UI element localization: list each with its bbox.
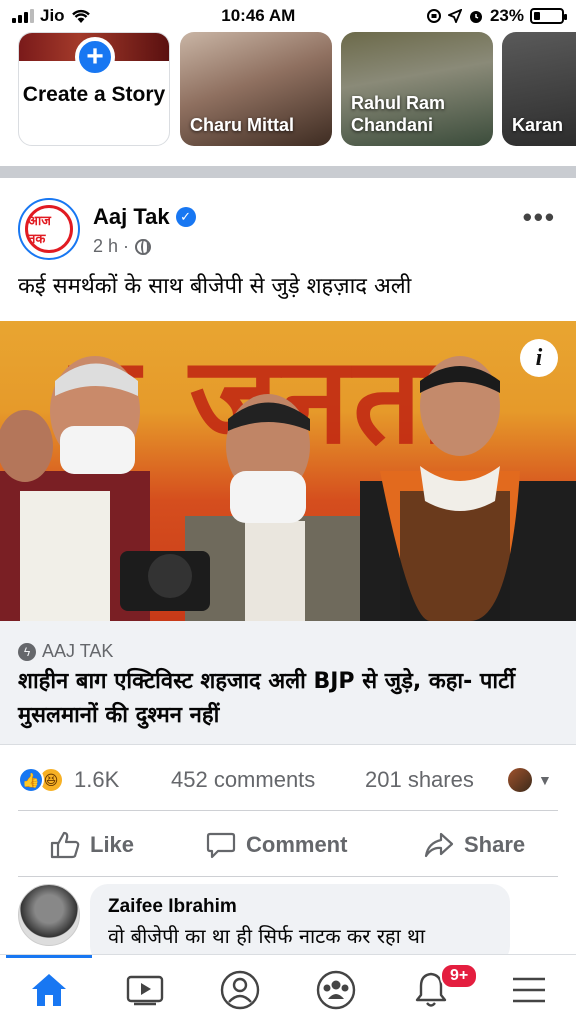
divider <box>18 810 558 811</box>
battery-icon <box>529 8 567 24</box>
story-card[interactable]: Rahul Ram Chandani <box>341 32 493 146</box>
story-card[interactable]: Karan <box>502 32 576 146</box>
active-tab-indicator <box>6 955 92 958</box>
instant-article-icon: ϟ <box>18 642 36 661</box>
stories-tray: + Create a Story Charu Mittal Rahul Ram … <box>0 32 576 152</box>
thumbs-up-icon <box>50 831 80 859</box>
tab-watch[interactable] <box>122 967 168 1013</box>
story-name: Charu Mittal <box>190 115 295 135</box>
story-name: Rahul Ram Chandani <box>351 93 446 135</box>
story-card[interactable]: Charu Mittal <box>180 32 332 146</box>
tab-groups[interactable] <box>313 967 359 1013</box>
profile-icon <box>220 970 260 1010</box>
comment-text: वो बीजेपी का था ही सिर्फ नाटक कर रहा था <box>108 924 426 948</box>
comment-bubble[interactable]: Zaifee Ibrahim वो बीजेपी का था ही सिर्फ … <box>90 884 510 964</box>
notifications-badge: 9+ <box>440 963 479 989</box>
reaction-icons[interactable]: 👍 😆 <box>18 767 64 793</box>
reaction-count[interactable]: 1.6K <box>74 767 119 793</box>
more-options-icon[interactable]: ••• <box>523 202 556 233</box>
globe-icon <box>135 238 152 255</box>
like-button[interactable]: Like <box>50 815 134 875</box>
like-label: Like <box>90 832 135 857</box>
tab-home[interactable] <box>26 967 72 1013</box>
link-preview[interactable]: ϟ AAJ TAK शाहीन बाग एक्टिविस्ट शहजाद अली… <box>0 621 576 745</box>
clock: 10:46 AM <box>221 6 296 25</box>
share-label: Share <box>464 832 526 857</box>
carrier-label: Jio <box>40 6 65 25</box>
post-caption: कई समर्थकों के साथ बीजेपी से जुड़े शहज़ा… <box>18 274 412 299</box>
groups-icon <box>316 970 356 1010</box>
reactions-bar: 👍 😆 1.6K 452 comments 201 shares ▼ <box>0 760 576 800</box>
chevron-down-icon[interactable]: ▼ <box>538 772 552 788</box>
shares-count[interactable]: 201 shares <box>365 767 474 793</box>
video-icon <box>126 975 164 1006</box>
location-icon <box>447 9 462 23</box>
page-logo: आज तक <box>25 205 73 253</box>
share-arrow-icon <box>424 832 454 858</box>
feed-divider <box>0 166 576 178</box>
create-story-label: Create a Story <box>22 83 166 106</box>
signal-icon <box>12 9 34 23</box>
tab-profile[interactable] <box>217 967 263 1013</box>
viewer-avatar[interactable] <box>508 768 532 792</box>
commenter-name[interactable]: Zaifee Ibrahim <box>108 896 492 918</box>
photo-people <box>0 356 576 621</box>
comment-label: Comment <box>246 832 348 857</box>
home-icon <box>32 974 66 1006</box>
story-name: Karan <box>512 115 564 135</box>
page-name[interactable]: Aaj Tak <box>93 204 170 230</box>
link-title: शाहीन बाग एक्टिविस्ट शहजाद अली BJP से जु… <box>18 669 515 728</box>
comment-icon <box>206 832 236 859</box>
lock-rotation-icon <box>426 9 441 23</box>
commenter-avatar[interactable] <box>18 884 80 946</box>
post-time[interactable]: 2 h · <box>93 236 129 257</box>
share-button[interactable]: Share <box>424 815 525 875</box>
like-reaction-icon: 👍 <box>18 767 44 793</box>
verified-badge-icon: ✓ <box>175 207 196 227</box>
post-actions: Like Comment Share <box>0 815 576 875</box>
wifi-icon <box>71 9 90 23</box>
create-story-card[interactable]: + Create a Story <box>18 32 170 146</box>
alarm-icon <box>469 11 482 23</box>
hamburger-menu-icon <box>513 977 545 1003</box>
tab-menu[interactable] <box>506 967 552 1013</box>
info-icon[interactable]: i <box>520 339 558 377</box>
link-source: AAJ TAK <box>42 641 114 661</box>
bottom-nav: 9+ <box>0 954 576 1024</box>
plus-icon: + <box>75 37 115 77</box>
comment-button[interactable]: Comment <box>206 815 347 875</box>
page-avatar[interactable]: आज तक <box>18 198 80 260</box>
comments-count[interactable]: 452 comments <box>171 767 315 793</box>
post-image[interactable]: य जनता i <box>0 321 576 621</box>
divider <box>18 876 558 877</box>
battery-percent: 23% <box>489 6 524 25</box>
status-bar: Jio 10:46 AM 23% <box>0 0 576 32</box>
post-header: आज तक Aaj Tak ✓ 2 h · ••• <box>0 190 576 270</box>
